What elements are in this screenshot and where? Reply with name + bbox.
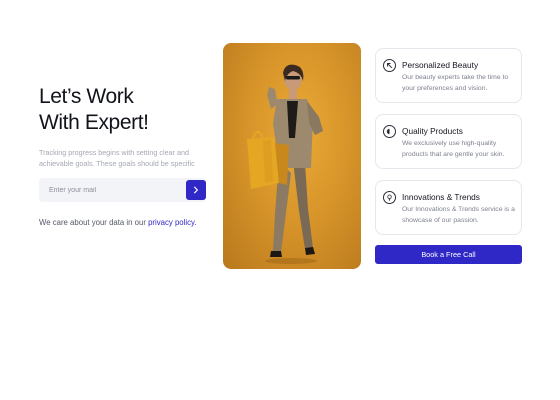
feature-title: Innovations & Trends bbox=[402, 192, 480, 202]
hero-section: Let’s Work With Expert! Tracking progres… bbox=[39, 84, 211, 169]
feature-card-quality-products: Quality Products We exclusively use high… bbox=[375, 114, 522, 169]
feature-card-innovations-trends: Innovations & Trends Our Innovations & T… bbox=[375, 180, 522, 235]
submit-email-button[interactable] bbox=[186, 180, 206, 200]
headline-line-1: Let’s Work bbox=[39, 85, 134, 108]
headline-line-2: With Expert! bbox=[39, 111, 149, 134]
lightbulb-icon bbox=[383, 191, 396, 204]
half-circle-icon bbox=[383, 125, 396, 138]
privacy-text: We care about your data in our bbox=[39, 218, 149, 227]
arrow-up-left-icon bbox=[383, 59, 396, 72]
feature-text: Our Innovations & Trends service is a sh… bbox=[402, 206, 515, 224]
feature-title: Quality Products bbox=[402, 126, 463, 136]
feature-title: Personalized Beauty bbox=[402, 60, 479, 70]
feature-card-personalized-beauty: Personalized Beauty Our beauty experts t… bbox=[375, 48, 522, 103]
hero-headline: Let’s Work With Expert! bbox=[39, 84, 211, 136]
email-input[interactable] bbox=[39, 178, 185, 202]
hero-description: Tracking progress begins with setting cl… bbox=[39, 148, 195, 168]
feature-text: We exclusively use high-quality products… bbox=[402, 140, 505, 158]
privacy-note: We care about your data in our privacy p… bbox=[39, 218, 196, 227]
book-free-call-button[interactable]: Book a Free Call bbox=[375, 245, 522, 264]
email-form bbox=[39, 178, 206, 202]
model-illustration bbox=[247, 64, 323, 264]
model-photo bbox=[223, 43, 361, 269]
privacy-policy-link[interactable]: privacy policy. bbox=[148, 218, 196, 227]
feature-text: Our beauty experts take the time to your… bbox=[402, 74, 509, 92]
chevron-right-icon bbox=[194, 186, 198, 194]
